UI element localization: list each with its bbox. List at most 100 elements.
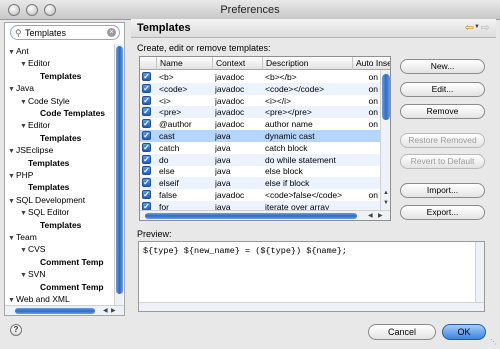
table-row[interactable]: ✓ <i> javadoc <i></i> on [140,95,380,107]
disclosure-triangle-icon[interactable]: ▼ [8,171,16,183]
disclosure-triangle-icon[interactable]: ▼ [20,121,28,133]
table-row[interactable]: ✓ <b> javadoc <b></b> on [140,71,380,83]
tree-item[interactable]: Code Templates [40,107,105,119]
disclosure-triangle-icon[interactable]: ▼ [20,208,28,220]
table-row[interactable]: ✓ elseif java else if block [140,177,380,190]
preview-pane[interactable]: ${type} ${new_name} = (${type}) ${name}; [138,241,485,312]
table-row[interactable]: ✓ cast java dynamic cast [140,130,380,142]
table-row[interactable]: ✓ do java do while statement [140,153,380,166]
tree-item[interactable]: Templates [40,219,81,231]
chevron-down-icon[interactable]: ▼ [474,24,480,30]
import-button[interactable]: Import... [400,183,485,198]
tree-item-label: SQL Development [16,194,86,205]
scroll-right-icon[interactable]: ▶ [111,307,116,314]
table-row[interactable]: ✓ catch java catch block [140,142,380,154]
column-header-description[interactable]: Description [262,57,352,70]
enabled-checkbox[interactable]: ✓ [142,119,151,129]
clear-icon[interactable]: × [107,28,116,37]
disclosure-triangle-icon[interactable]: ▼ [8,47,16,59]
tree-item[interactable]: ▼Editor [20,57,50,69]
column-header-name[interactable]: Name [156,57,212,70]
export-button[interactable]: Export... [400,205,485,220]
restore-removed-button[interactable]: Restore Removed [400,133,485,148]
table-horizontal-scrollbar[interactable]: ◀ ▶ [140,210,390,220]
disclosure-triangle-icon[interactable]: ▼ [8,84,16,96]
table-scroll-thumb[interactable] [382,74,390,120]
disclosure-triangle-icon[interactable]: ▼ [8,233,16,245]
scroll-left-icon[interactable]: ◀ [103,307,108,314]
cell-name: cast [159,131,175,141]
column-header-auto-insert[interactable]: Auto Inser [352,57,390,70]
disclosure-triangle-icon[interactable]: ▼ [8,196,16,208]
tree-item[interactable]: Templates [40,132,81,144]
enabled-checkbox[interactable]: ✓ [142,190,151,199]
tree-item[interactable]: ▼SQL Development [8,194,85,206]
table-hscroll-thumb[interactable] [145,213,357,219]
enabled-checkbox[interactable]: ✓ [142,95,151,105]
tree-item[interactable]: Comment Temp [40,256,104,268]
tree-item[interactable]: Templates [28,157,69,169]
tree-item[interactable]: ▼JSEclipse [8,144,53,156]
sidebar-hscroll-thumb[interactable] [15,308,95,314]
cancel-button[interactable]: Cancel [368,324,436,340]
enabled-checkbox[interactable]: ✓ [142,72,151,81]
new-button[interactable]: New... [400,59,485,74]
table-row[interactable]: ✓ @author javadoc author name on [140,118,380,130]
enabled-checkbox[interactable]: ✓ [142,178,151,188]
tree-item[interactable]: Templates [28,181,69,193]
revert-to-default-button[interactable]: Revert to Default [400,154,485,169]
cell-name: elseif [159,178,179,189]
scroll-left-icon[interactable]: ◀ [368,212,373,219]
enabled-checkbox[interactable]: ✓ [142,166,151,176]
table-vertical-scrollbar[interactable]: ▲ ▼ [380,70,390,212]
disclosure-triangle-icon[interactable]: ▼ [20,245,28,257]
table-row[interactable]: ✓ else java else block [140,165,380,177]
tree-item[interactable]: Templates [40,70,81,82]
tree-item[interactable]: ▼Java [8,82,34,94]
tree-item-label: PHP [16,170,34,180]
disclosure-triangle-icon[interactable]: ▼ [20,97,28,109]
enabled-checkbox[interactable]: ✓ [142,142,151,152]
preview-horizontal-scrollbar[interactable] [139,302,484,311]
column-header-context[interactable]: Context [212,57,262,70]
enabled-checkbox[interactable]: ✓ [142,131,151,140]
resize-grip-icon[interactable]: ⋱ [490,338,497,346]
enabled-checkbox[interactable]: ✓ [142,154,151,164]
tree-item[interactable]: ▼Editor [20,119,50,131]
table-row[interactable]: ✓ <code> javadoc <code></code> on [140,82,380,95]
scroll-right-icon[interactable]: ▶ [378,212,383,219]
table-row[interactable]: ✓ <pre> javadoc <pre></pre> on [140,106,380,119]
ok-button[interactable]: OK [442,324,486,340]
tree-item[interactable]: ▼Web and XML [8,293,70,305]
sidebar-horizontal-scrollbar[interactable]: ◀ ▶ [5,305,124,315]
tree-item[interactable]: ▼Team [8,231,37,243]
preview-vertical-scrollbar[interactable] [475,242,484,302]
disclosure-triangle-icon[interactable]: ▼ [8,295,16,305]
scroll-up-icon[interactable]: ▲ [383,190,389,196]
tree-item[interactable]: ▼Ant [8,45,29,57]
help-icon[interactable]: ? [10,324,22,336]
cell-context: java [215,142,231,153]
sidebar-vertical-scrollbar[interactable] [114,44,123,306]
tree-item[interactable]: ▼SVN [20,268,45,280]
tree-item[interactable]: ▼PHP [8,169,33,181]
tree-item[interactable]: ▼CVS [20,243,45,255]
table-row[interactable]: ✓ false javadoc <code>false</code> on [140,189,380,201]
forward-arrow-icon[interactable]: ⇨ [481,21,490,34]
edit-button[interactable]: Edit... [400,82,485,97]
cell-auto [354,165,378,177]
tree-item[interactable]: ▼SQL Editor [20,206,69,218]
scroll-down-icon[interactable]: ▼ [383,200,389,206]
filter-input[interactable] [25,27,105,38]
disclosure-triangle-icon[interactable]: ▼ [20,59,28,71]
tree-item[interactable]: ▼Code Style [20,95,70,107]
enabled-checkbox[interactable]: ✓ [142,83,151,93]
disclosure-triangle-icon[interactable]: ▼ [20,270,28,282]
back-arrow-icon[interactable]: ⇦ [465,21,474,34]
sidebar-scroll-thumb[interactable] [116,46,123,294]
enabled-checkbox[interactable]: ✓ [142,107,151,117]
tree-item[interactable]: Comment Temp [40,281,104,293]
filter-field[interactable]: ⚲ × [10,25,120,40]
remove-button[interactable]: Remove [400,104,485,119]
disclosure-triangle-icon[interactable]: ▼ [8,146,16,158]
